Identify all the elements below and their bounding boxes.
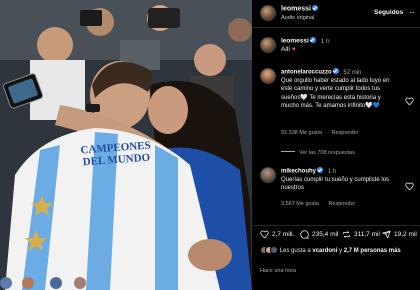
- comments-section: leomessi 1 h Allí ♥ antonelaroccuzzo 52 …: [252, 29, 420, 225]
- comment-meta: 92.338 Me gusta Responder: [281, 130, 366, 136]
- share-count: 19,2 mil: [394, 231, 417, 238]
- post-header: leomessi Audio original Seguidos ···: [252, 0, 420, 28]
- repost-button[interactable]: 311,7 mil: [342, 230, 380, 239]
- comment-meta: 3.567 Me gusta Responder: [281, 201, 363, 207]
- liked-by-prefix: Les gusta a: [279, 248, 311, 254]
- comment-username[interactable]: antonelaroccuzzo: [281, 70, 332, 76]
- liked-by-avatars: [260, 246, 278, 257]
- liked-by-others[interactable]: 2,7 M personas más: [344, 248, 401, 254]
- caption-text-body: Allí: [281, 46, 291, 53]
- repost-icon: [343, 231, 350, 238]
- author-username[interactable]: leomessi: [281, 6, 311, 13]
- verified-icon: [332, 68, 339, 74]
- action-bar: 2,7 mill. 235,4 mil 311,7 mil 19,2 mil: [252, 225, 420, 241]
- reply-button[interactable]: Responder: [328, 201, 355, 207]
- replies-divider: [281, 151, 295, 152]
- verified-icon: [317, 167, 324, 173]
- like-count: 2,7 mill.: [272, 231, 295, 238]
- post-timestamp: Hace una hora: [260, 268, 297, 274]
- audio-label[interactable]: Audio original: [281, 15, 314, 21]
- comment-header: antonelaroccuzzo 52 min: [281, 68, 361, 76]
- comment-likes[interactable]: 92.338 Me gusta: [281, 130, 322, 136]
- comment-icon: [300, 230, 309, 239]
- view-replies-button[interactable]: Ver las 708 respuestas: [281, 150, 355, 156]
- caption-text: Allí ♥: [281, 46, 296, 53]
- caption-time: 1 h: [320, 37, 330, 45]
- liker-avatar: [270, 246, 278, 254]
- more-options-icon[interactable]: ···: [409, 8, 415, 17]
- comment-username[interactable]: mikechouhy: [281, 169, 316, 175]
- caption-avatar[interactable]: [260, 37, 276, 53]
- caption-header: leomessi 1 h: [281, 37, 330, 45]
- heart-emoji-icon: ♥: [291, 46, 296, 53]
- share-icon: [382, 230, 391, 239]
- heart-outline-icon: [260, 230, 269, 239]
- post-side-panel: leomessi Audio original Seguidos ··· leo…: [252, 0, 420, 290]
- heart-outline-icon[interactable]: [405, 182, 414, 191]
- post-photo[interactable]: CAMPEONES DEL MUNDO: [0, 0, 252, 290]
- author-username-row[interactable]: leomessi: [281, 5, 318, 13]
- verified-icon: [311, 5, 318, 11]
- comment-text: Qué orgullo haber estado al lado tuyo en…: [281, 78, 390, 110]
- comment-button[interactable]: 235,4 mil: [300, 230, 338, 239]
- liked-by-user[interactable]: vcardoni: [312, 248, 337, 254]
- view-replies-label[interactable]: Ver las 708 respuestas: [299, 150, 355, 156]
- heart-outline-icon[interactable]: [405, 97, 414, 106]
- comment-time: 1 h: [327, 168, 337, 175]
- comment-time: 52 min: [343, 69, 362, 76]
- caption-username[interactable]: leomessi: [281, 38, 309, 45]
- share-button[interactable]: 19,2 mil: [382, 230, 417, 239]
- like-button[interactable]: 2,7 mill.: [260, 230, 294, 239]
- author-avatar[interactable]: [260, 5, 276, 21]
- comment-text: Querías cumplir tu sueño y cumpliste los…: [281, 177, 390, 192]
- comment-avatar[interactable]: [260, 68, 276, 84]
- liked-by-conjunction: y: [339, 248, 343, 254]
- comment-count: 235,4 mil: [312, 231, 339, 238]
- repost-count: 311,7 mil: [354, 231, 380, 238]
- following-button[interactable]: Seguidos: [374, 9, 403, 16]
- comment-avatar[interactable]: [260, 167, 276, 183]
- comment-header: mikechouhy 1 h: [281, 167, 336, 175]
- comment-likes[interactable]: 3.567 Me gusta: [281, 201, 319, 207]
- reply-button[interactable]: Responder: [332, 130, 359, 136]
- liked-by-row[interactable]: Les gusta a vcardoni y 2,7 M personas má…: [260, 246, 420, 257]
- verified-icon: [309, 37, 316, 43]
